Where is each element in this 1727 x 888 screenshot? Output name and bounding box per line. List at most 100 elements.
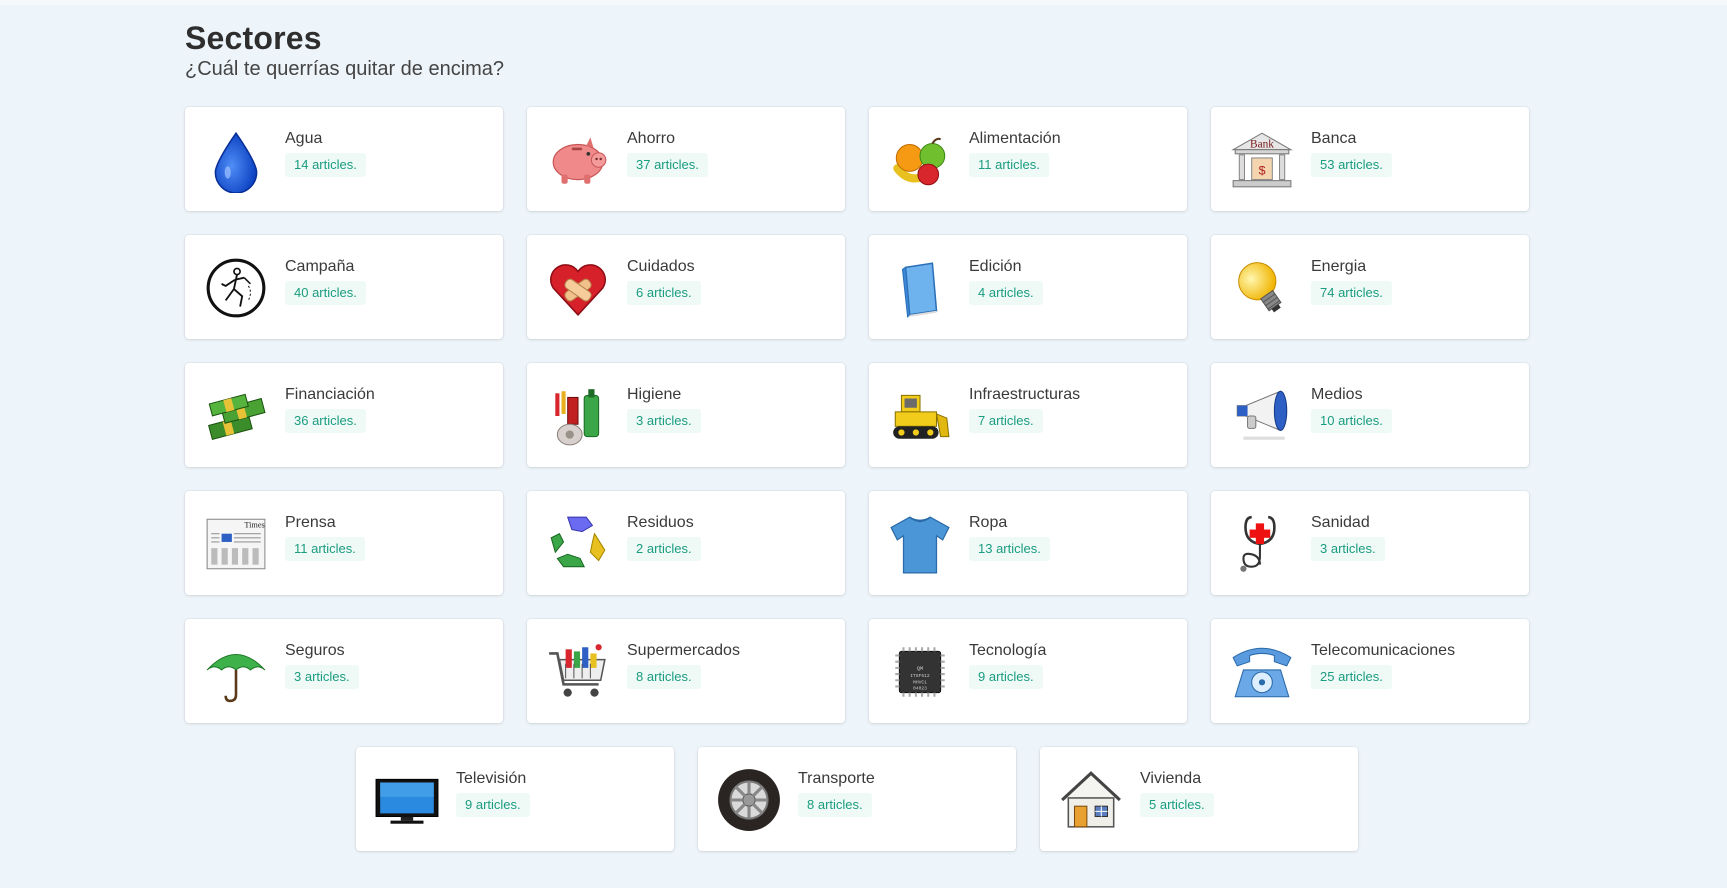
sector-name: Tecnología [969, 642, 1047, 659]
sector-card-campana[interactable]: Campaña 40 articles. [185, 235, 503, 339]
article-count-badge: 36 articles. [285, 409, 366, 433]
sector-card-tecnologia[interactable]: QM IT8F512 MHVC1 04023 Tecnología 9 article… [869, 619, 1187, 723]
television-icon [374, 767, 440, 833]
sector-card-supermercados[interactable]: Supermercados 8 articles. [527, 619, 845, 723]
money-stacks-icon [203, 383, 269, 449]
sector-name: Vivienda [1140, 770, 1202, 787]
hygiene-products-icon [545, 383, 611, 449]
article-count-badge: 9 articles. [969, 665, 1043, 689]
microchip-icon: QM IT8F512 MHVC1 04023 [887, 639, 953, 705]
sector-card-infraestructuras[interactable]: Infraestructuras 7 articles. [869, 363, 1187, 467]
telephone-icon [1229, 639, 1295, 705]
svg-text:QM: QM [917, 666, 923, 672]
sector-name: Alimentación [969, 130, 1061, 147]
sector-card-vivienda[interactable]: Vivienda 5 articles. [1040, 747, 1358, 851]
sector-name: Telecomunicaciones [1311, 642, 1456, 659]
sector-name: Prensa [285, 514, 336, 531]
article-count-badge: 3 articles. [285, 665, 359, 689]
svg-text:IT8F512: IT8F512 [910, 673, 930, 679]
sector-name: Transporte [798, 770, 875, 787]
light-bulb-icon [1229, 255, 1295, 321]
article-count-badge: 8 articles. [798, 793, 872, 817]
bandaged-heart-icon [545, 255, 611, 321]
article-count-badge: 53 articles. [1311, 153, 1392, 177]
sector-name: Financiación [285, 386, 375, 403]
page-subtitle: ¿Cuál te querrías quitar de encima? [185, 58, 505, 80]
article-count-badge: 8 articles. [627, 665, 701, 689]
house-icon [1058, 767, 1124, 833]
svg-text:$: $ [1259, 163, 1266, 177]
bulldozer-icon [887, 383, 953, 449]
sector-name: Medios [1311, 386, 1363, 403]
article-count-badge: 11 articles. [969, 153, 1049, 177]
fruit-icon [887, 127, 953, 193]
sector-name: Televisión [456, 770, 527, 787]
article-count-badge: 25 articles. [1311, 665, 1392, 689]
article-count-badge: 10 articles. [1311, 409, 1392, 433]
sector-card-energia[interactable]: Energia 74 articles. [1211, 235, 1529, 339]
article-count-badge: 11 articles. [285, 537, 365, 561]
sector-card-seguros[interactable]: Seguros 3 articles. [185, 619, 503, 723]
article-count-badge: 5 articles. [1140, 793, 1214, 817]
sector-card-edicion[interactable]: Edición 4 articles. [869, 235, 1187, 339]
sector-card-medios[interactable]: Medios 10 articles. [1211, 363, 1529, 467]
article-count-badge: 13 articles. [969, 537, 1050, 561]
svg-text:Bank: Bank [1250, 139, 1274, 151]
sector-name: Supermercados [627, 642, 740, 659]
sector-name: Ropa [969, 514, 1008, 531]
wheel-icon [716, 767, 782, 833]
sector-card-transporte[interactable]: Transporte 8 articles. [698, 747, 1016, 851]
newspaper-icon: Times [203, 511, 269, 577]
article-count-badge: 74 articles. [1311, 281, 1392, 305]
article-count-badge: 6 articles. [627, 281, 701, 305]
piggy-bank-icon [545, 127, 611, 193]
sector-card-banca[interactable]: Bank $ Banca 53 articles. [1211, 107, 1529, 211]
article-count-badge: 37 articles. [627, 153, 708, 177]
tshirt-icon [887, 511, 953, 577]
sector-name: Residuos [627, 514, 694, 531]
sector-name: Energia [1311, 258, 1367, 275]
sector-card-cuidados[interactable]: Cuidados 6 articles. [527, 235, 845, 339]
article-count-badge: 9 articles. [456, 793, 530, 817]
stethoscope-icon [1229, 511, 1295, 577]
sector-name: Higiene [627, 386, 682, 403]
article-count-badge: 40 articles. [285, 281, 366, 305]
sector-card-financiacion[interactable]: Financiación 36 articles. [185, 363, 503, 467]
sector-name: Ahorro [627, 130, 676, 147]
svg-text:Times: Times [244, 521, 264, 530]
article-count-badge: 14 articles. [285, 153, 366, 177]
sector-name: Campaña [285, 258, 355, 275]
top-bar [0, 0, 1727, 5]
svg-text:MHVC1: MHVC1 [913, 679, 927, 685]
article-count-badge: 4 articles. [969, 281, 1043, 305]
svg-text:04023: 04023 [913, 686, 927, 692]
campaign-icon [203, 255, 269, 321]
sector-name: Seguros [285, 642, 345, 659]
article-count-badge: 3 articles. [1311, 537, 1385, 561]
book-icon [887, 255, 953, 321]
sector-name: Sanidad [1311, 514, 1370, 531]
sector-card-prensa[interactable]: Times Prensa 11 articles. [185, 491, 503, 595]
sector-name: Infraestructuras [969, 386, 1081, 403]
sector-name: Edición [969, 258, 1022, 275]
sector-card-alimentacion[interactable]: Alimentación 11 articles. [869, 107, 1187, 211]
page-title: Sectores [185, 20, 322, 56]
article-count-badge: 3 articles. [627, 409, 701, 433]
water-drop-icon [203, 127, 269, 193]
sector-card-residuos[interactable]: Residuos 2 articles. [527, 491, 845, 595]
megaphone-icon [1229, 383, 1295, 449]
sector-name: Cuidados [627, 258, 695, 275]
sector-name: Agua [285, 130, 323, 147]
sector-card-sanidad[interactable]: Sanidad 3 articles. [1211, 491, 1529, 595]
sector-name: Banca [1311, 130, 1357, 147]
sector-card-ahorro[interactable]: Ahorro 37 articles. [527, 107, 845, 211]
sector-card-agua[interactable]: Agua 14 articles. [185, 107, 503, 211]
recycle-icon [545, 511, 611, 577]
article-count-badge: 7 articles. [969, 409, 1043, 433]
article-count-badge: 2 articles. [627, 537, 701, 561]
sector-card-ropa[interactable]: Ropa 13 articles. [869, 491, 1187, 595]
sector-card-television[interactable]: Televisión 9 articles. [356, 747, 674, 851]
sector-card-telecomunicaciones[interactable]: Telecomunicaciones 25 articles. [1211, 619, 1529, 723]
bank-icon: Bank $ [1229, 127, 1295, 193]
sector-card-higiene[interactable]: Higiene 3 articles. [527, 363, 845, 467]
